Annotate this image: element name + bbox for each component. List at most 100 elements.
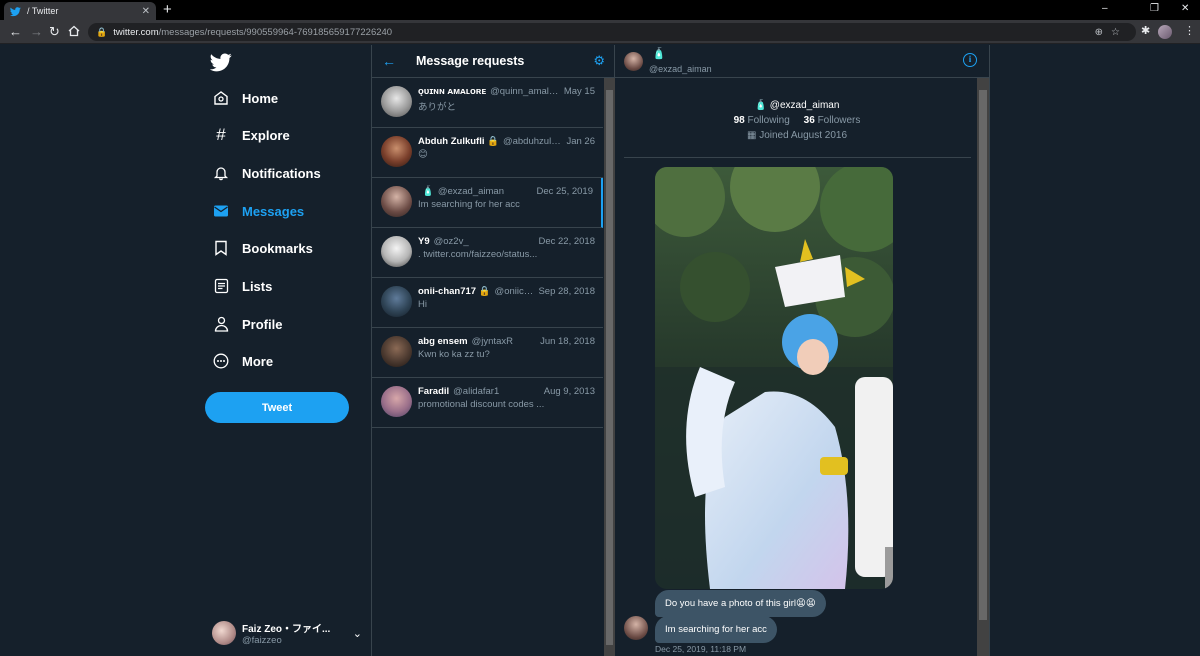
forward-arrow-icon[interactable]: → <box>30 24 43 40</box>
nav-item-more[interactable]: More <box>212 349 273 373</box>
conversation-preview: . twitter.com/faizzeo/status... <box>418 249 538 260</box>
tweet-button[interactable]: Tweet <box>205 392 349 423</box>
conversation-avatar <box>381 286 412 317</box>
address-bar[interactable]: 🔒 twitter.com/messages/requests/99055996… <box>88 23 1136 41</box>
nav-item-profile[interactable]: Profile <box>212 312 282 336</box>
conversation-name: Abduh Zulkufli 🔒 <box>418 136 499 147</box>
home-icon <box>212 89 230 107</box>
conversation-preview: 😊 <box>418 149 428 160</box>
panel-title: Message requests <box>416 54 525 68</box>
bottle-emoji-icon: 🧴 <box>652 48 666 60</box>
message-bubble[interactable]: Do you have a photo of this girl😫😫 <box>655 590 826 617</box>
conversation-item[interactable]: onii-chan717 🔒@oniicha...Sep 28, 2018 Hi <box>372 278 603 328</box>
conversation-handle: @oz2v_ <box>433 236 469 247</box>
bell-icon <box>212 164 230 182</box>
more-icon <box>212 352 230 370</box>
envelope-icon <box>212 202 230 220</box>
conversation-date: Dec 25, 2019 <box>536 186 593 197</box>
browser-tab[interactable]: / Twitter ✕ <box>4 2 156 20</box>
window-minimize-button[interactable]: – <box>1102 3 1108 14</box>
nav-label-home: Home <box>242 90 279 106</box>
conversation-list-scrollbar[interactable] <box>604 78 615 656</box>
conversation-date: May 15 <box>563 86 595 97</box>
extensions-puzzle-icon[interactable]: ✱ <box>1141 24 1150 37</box>
bookmark-icon <box>212 239 230 257</box>
nav-item-lists[interactable]: Lists <box>212 274 272 298</box>
shared-photo[interactable] <box>655 167 893 589</box>
person-icon <box>212 315 230 333</box>
omnibox-actions[interactable]: ⊕☆ <box>1095 27 1128 38</box>
nav-item-messages[interactable]: Messages <box>212 199 304 223</box>
scrollbar-thumb[interactable] <box>606 90 613 645</box>
conversation-header: 🧴 @exzad_aiman i <box>615 45 989 78</box>
twitter-app: Home # Explore Notifications Messages Bo… <box>0 45 1200 656</box>
nav-item-explore[interactable]: # Explore <box>212 123 290 147</box>
twitter-logo-icon[interactable] <box>210 51 232 73</box>
browser-toolbar: ← → ↻ 🔒 twitter.com/messages/requests/99… <box>0 20 1200 44</box>
tab-close-icon[interactable]: ✕ <box>142 6 150 17</box>
scrollbar-thumb[interactable] <box>979 90 987 620</box>
following-label[interactable]: Following <box>748 115 790 126</box>
twitter-favicon-icon <box>10 6 21 16</box>
nav-label-profile: Profile <box>242 316 283 332</box>
conversation-item[interactable]: Faradil @alidafar1 Aug 9, 2013 promotional… <box>372 378 603 428</box>
conversation-date: Jun 18, 2018 <box>540 336 595 347</box>
browser-tab-bar: / Twitter ✕ + – ❐ ✕ <box>0 0 1200 20</box>
calendar-icon: ▦ <box>746 130 757 141</box>
browser-profile-avatar[interactable] <box>1158 25 1172 39</box>
conversation-item[interactable]: Abduh Zulkufli 🔒@abduhzulkufliiJan 26 😊 <box>372 128 603 178</box>
following-count: 98 <box>733 115 745 126</box>
conversation-handle: @exzad_aiman <box>437 186 504 197</box>
followers-label[interactable]: Followers <box>818 115 861 126</box>
nav-label-explore: Explore <box>242 127 290 143</box>
conversation-name: Faradil <box>418 386 450 397</box>
window-close-button[interactable]: ✕ <box>1181 3 1189 14</box>
nav-item-home[interactable]: Home <box>212 86 278 110</box>
nav-item-bookmarks[interactable]: Bookmarks <box>212 236 313 260</box>
info-icon[interactable]: i <box>963 53 977 67</box>
conversation-scrollbar[interactable] <box>977 78 989 656</box>
conversation-item[interactable]: Y9 @oz2v_ Dec 22, 2018 . twitter.com/faizz… <box>372 228 603 278</box>
profile-divider <box>624 157 971 158</box>
conversation-preview: Im searching for her acc <box>418 199 520 210</box>
hashtag-icon: # <box>216 125 226 144</box>
conversation-avatar <box>381 86 412 117</box>
conversation-panel: 🧴 @exzad_aiman i 🧴 @exzad_aiman 98 Follo… <box>615 45 990 656</box>
conversation-avatar <box>381 386 412 417</box>
lock-icon: 🔒 <box>96 26 108 37</box>
reload-icon[interactable]: ↻ <box>49 24 60 40</box>
conversation-item[interactable]: ǫᴜɪɴɴ ᴀᴍᴀʟᴏʀᴇ @quinn_amalore May 15 ありがと <box>372 78 603 128</box>
back-arrow-icon[interactable]: ← <box>382 53 408 69</box>
conversation-handle: @alidafar1 <box>453 386 500 397</box>
window-restore-button[interactable]: ❐ <box>1150 3 1159 14</box>
nav-item-notifications[interactable]: Notifications <box>212 161 321 185</box>
list-icon <box>212 277 230 295</box>
account-avatar <box>212 621 236 645</box>
home-browser-icon[interactable] <box>68 25 80 37</box>
conversation-avatar <box>381 236 412 267</box>
conversation-item[interactable]: abg ensem @jyntaxR Jun 18, 2018 Kwn ko ka … <box>372 328 603 378</box>
account-switcher[interactable]: Faiz Zeo・ファイ... @faizzeo ⌄ <box>212 619 362 647</box>
conversation-date: Aug 9, 2013 <box>543 386 595 397</box>
conversation-name: onii-chan717 🔒 <box>418 286 491 297</box>
bottle-emoji-icon: 🧴 <box>754 100 768 111</box>
joined-date: Joined August 2016 <box>759 130 848 141</box>
conversation-item-selected[interactable]: 🧴 @exzad_aiman Dec 25, 2019 Im searching f… <box>372 178 603 228</box>
conversation-user-handle: @exzad_aiman <box>649 64 712 74</box>
conversation-user-avatar[interactable] <box>624 52 643 71</box>
profile-handle[interactable]: @exzad_aiman <box>770 100 840 111</box>
conversation-handle: @quinn_amalore <box>490 86 560 97</box>
nav-label-notifications: Notifications <box>242 165 321 181</box>
message-bubble[interactable]: Im searching for her acc <box>655 616 777 643</box>
conversation-preview: promotional discount codes ... <box>418 399 545 410</box>
conversation-avatar <box>381 186 412 217</box>
followers-count: 36 <box>803 115 815 126</box>
gear-icon[interactable]: ⚙ <box>593 53 605 69</box>
conversation-preview: Hi <box>418 299 427 310</box>
back-arrow-icon[interactable]: ← <box>9 24 22 40</box>
new-tab-button[interactable]: + <box>163 2 172 18</box>
message-requests-panel: ← Message requests ⚙ ǫᴜɪɴɴ ᴀᴍᴀʟᴏʀᴇ @quinn… <box>371 45 615 656</box>
message-sender-avatar[interactable] <box>624 616 648 640</box>
conversation-list: ǫᴜɪɴɴ ᴀᴍᴀʟᴏʀᴇ @quinn_amalore May 15 ありがと A… <box>372 78 603 428</box>
browser-menu-icon[interactable]: ⋮ <box>1184 24 1195 37</box>
